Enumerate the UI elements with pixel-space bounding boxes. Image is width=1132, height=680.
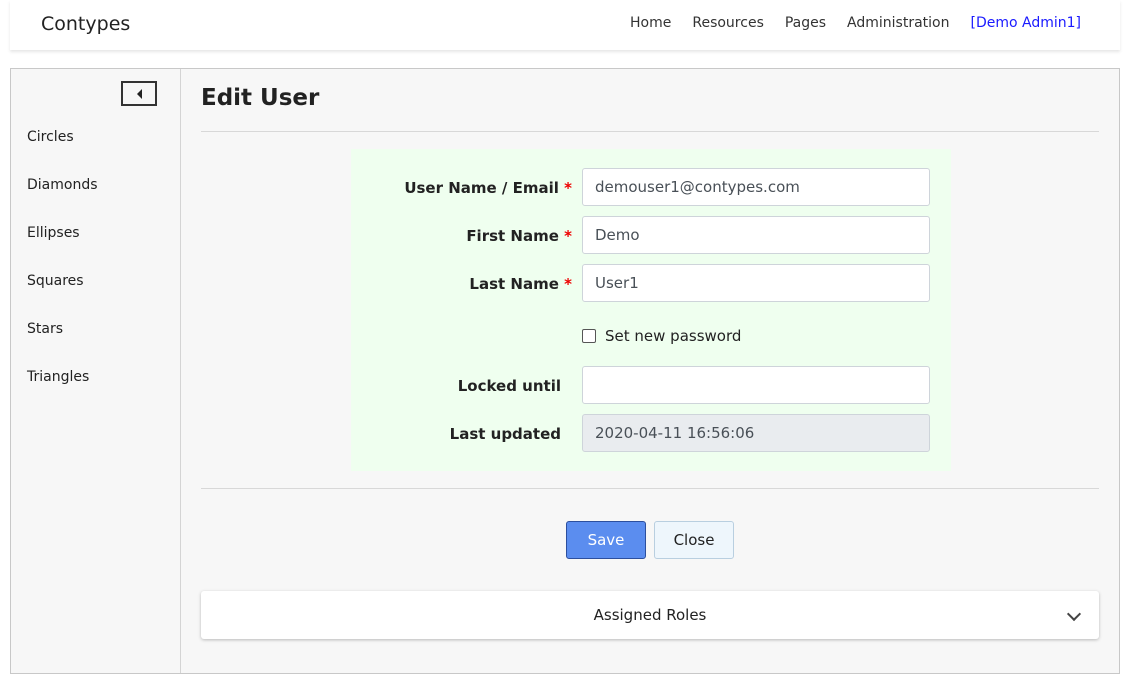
sidebar-item-stars[interactable]: Stars (27, 321, 63, 337)
page-title: Edit User (201, 85, 320, 111)
sidebar-item-ellipses[interactable]: Ellipses (27, 225, 80, 241)
sidebar-item-triangles[interactable]: Triangles (27, 369, 89, 385)
nav-link-administration[interactable]: Administration (847, 15, 949, 31)
required-mark: * (564, 275, 572, 293)
lastname-label: Last Name * (469, 275, 572, 293)
last-updated-field: 2020-04-11 16:56:06 (582, 414, 930, 452)
brand-logo[interactable]: Contypes (41, 13, 130, 35)
set-password-checkbox[interactable] (582, 329, 596, 343)
username-label: User Name / Email * (404, 179, 572, 197)
sidebar-collapse-button[interactable] (121, 81, 157, 106)
required-mark: * (564, 179, 572, 197)
required-mark: * (564, 227, 572, 245)
lastname-label-text: Last Name (469, 275, 559, 293)
assigned-roles-panel[interactable]: Assigned Roles (201, 591, 1099, 639)
username-field[interactable]: demouser1@contypes.com (582, 168, 930, 206)
nav-link-pages[interactable]: Pages (785, 15, 826, 31)
sidebar: Circles Diamonds Ellipses Squares Stars … (11, 69, 181, 673)
nav-links: Home Resources Pages Administration [Dem… (609, 15, 1081, 31)
save-button[interactable]: Save (566, 521, 646, 559)
top-navbar: Contypes Home Resources Pages Administra… (10, 0, 1120, 50)
assigned-roles-label: Assigned Roles (593, 606, 707, 624)
lastname-field[interactable]: User1 (582, 264, 930, 302)
locked-until-field[interactable] (582, 366, 930, 404)
nav-link-resources[interactable]: Resources (692, 15, 764, 31)
locked-until-label: Locked until (457, 377, 561, 395)
set-password-row[interactable]: Set new password (582, 327, 741, 345)
content-area: Edit User User Name / Email * demouser1@… (201, 69, 1099, 673)
close-button[interactable]: Close (654, 521, 734, 559)
firstname-label-text: First Name (466, 227, 559, 245)
title-divider (201, 131, 1099, 132)
sidebar-item-squares[interactable]: Squares (27, 273, 84, 289)
firstname-field[interactable]: Demo (582, 216, 930, 254)
form-divider (201, 488, 1099, 489)
main-frame: Circles Diamonds Ellipses Squares Stars … (10, 68, 1120, 674)
username-label-text: User Name / Email (404, 179, 559, 197)
nav-user-menu[interactable]: [Demo Admin1] (971, 15, 1082, 31)
nav-link-home[interactable]: Home (630, 15, 671, 31)
set-password-label[interactable]: Set new password (605, 327, 741, 345)
last-updated-label: Last updated (449, 425, 561, 443)
firstname-label: First Name * (466, 227, 572, 245)
user-form-panel: User Name / Email * demouser1@contypes.c… (351, 149, 951, 471)
sidebar-item-diamonds[interactable]: Diamonds (27, 177, 98, 193)
sidebar-item-circles[interactable]: Circles (27, 129, 74, 145)
caret-left-icon (136, 88, 142, 99)
